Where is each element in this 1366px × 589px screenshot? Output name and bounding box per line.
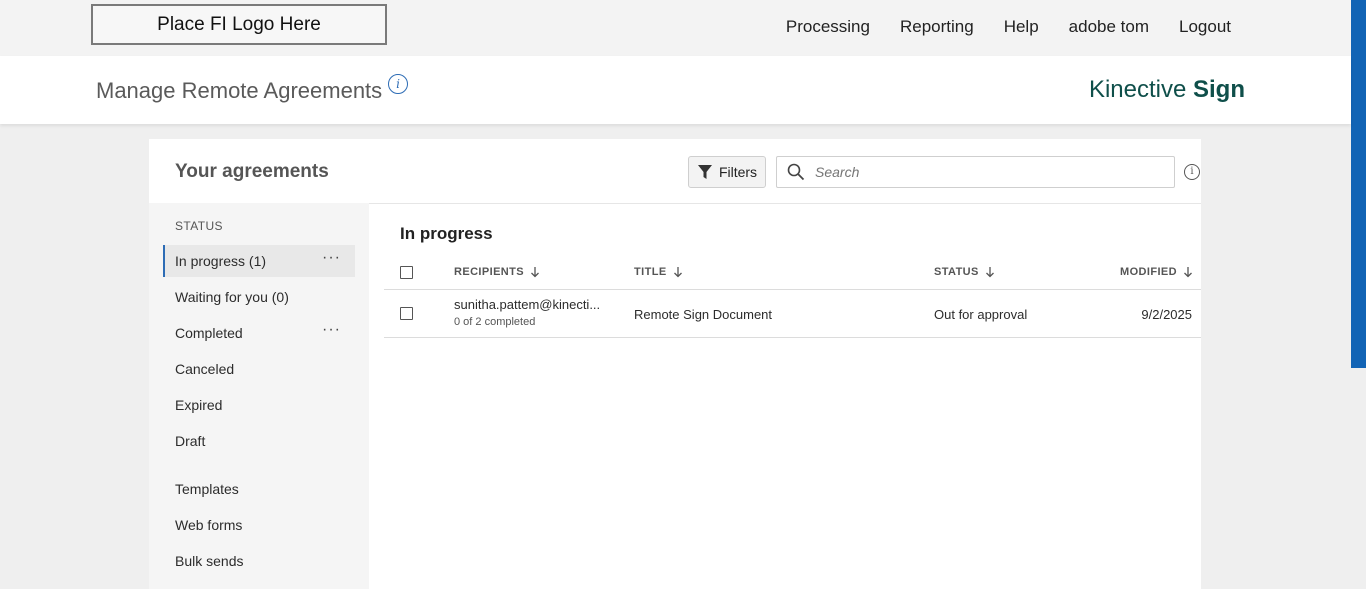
- filters-label: Filters: [718, 164, 758, 180]
- sub-header: Manage Remote Agreements i Kinective Sig…: [0, 56, 1351, 124]
- sidebar-item-expired[interactable]: Expired: [163, 389, 355, 421]
- sidebar-item-draft[interactable]: Draft: [163, 425, 355, 457]
- sidebar-item-label: Canceled: [175, 361, 235, 377]
- top-bar: Place FI Logo Here Processing Reporting …: [0, 0, 1351, 56]
- recipient-cell: sunitha.pattem@kinecti... 0 of 2 complet…: [454, 297, 600, 328]
- column-label: STATUS: [934, 266, 979, 278]
- nav-logout-link[interactable]: Logout: [1179, 17, 1231, 37]
- more-options-icon[interactable]: ···: [322, 250, 341, 266]
- column-recipients[interactable]: RECIPIENTS: [454, 266, 540, 278]
- sidebar-item-waiting[interactable]: Waiting for you (0): [163, 281, 355, 313]
- agreements-card: Your agreements Filters i STATUS In prog…: [149, 139, 1201, 589]
- search-input[interactable]: [813, 163, 1157, 181]
- section-title: In progress: [400, 224, 493, 243]
- sidebar-item-label: In progress (1): [175, 253, 267, 269]
- sidebar-item-label: Waiting for you (0): [175, 289, 289, 305]
- top-nav: Processing Reporting Help adobe tom Logo…: [786, 17, 1231, 37]
- status-sidebar: STATUS In progress (1) ··· Waiting for y…: [149, 203, 369, 589]
- table-header: RECIPIENTS TITLE STATUS MODIFIED: [384, 255, 1201, 290]
- brand-logo: Kinective Sign: [1089, 76, 1245, 104]
- page-title: Manage Remote Agreements: [96, 78, 383, 103]
- row-checkbox[interactable]: [400, 307, 413, 320]
- sidebar-item-label: Expired: [175, 397, 223, 413]
- column-status[interactable]: STATUS: [934, 266, 995, 278]
- agreement-modified: 9/2/2025: [1141, 307, 1192, 322]
- sort-down-icon: [1184, 267, 1192, 278]
- sidebar-item-label: Draft: [175, 433, 206, 449]
- filters-button[interactable]: Filters: [688, 156, 766, 188]
- brand-bold: Sign: [1193, 76, 1245, 103]
- sidebar-item-web-forms[interactable]: Web forms: [163, 509, 355, 541]
- status-label: STATUS: [175, 219, 223, 233]
- sidebar-item-canceled[interactable]: Canceled: [163, 353, 355, 385]
- agreements-list: In progress RECIPIENTS TITLE STATUS MODI…: [369, 203, 1201, 589]
- column-label: MODIFIED: [1120, 266, 1177, 278]
- column-label: TITLE: [634, 266, 667, 278]
- sidebar-item-bulk-sends[interactable]: Bulk sends: [163, 545, 355, 577]
- column-label: RECIPIENTS: [454, 266, 525, 278]
- sidebar-item-label: Bulk sends: [175, 553, 244, 569]
- search-field[interactable]: [776, 156, 1175, 188]
- agreement-status: Out for approval: [934, 307, 1028, 322]
- agreements-heading: Your agreements: [175, 161, 329, 182]
- column-modified[interactable]: MODIFIED: [1120, 266, 1193, 278]
- table-row[interactable]: sunitha.pattem@kinecti... 0 of 2 complet…: [384, 290, 1201, 338]
- sort-down-icon: [531, 267, 539, 278]
- filter-icon: [697, 165, 712, 179]
- sidebar-item-label: Completed: [175, 325, 243, 341]
- sidebar-item-label: Templates: [175, 481, 239, 497]
- sidebar-item-label: Web forms: [175, 517, 243, 533]
- fi-logo-placeholder: Place FI Logo Here: [91, 4, 387, 45]
- more-options-icon[interactable]: ···: [322, 322, 341, 338]
- nav-processing-link[interactable]: Processing: [786, 17, 870, 37]
- sidebar-item-completed[interactable]: Completed ···: [163, 317, 355, 349]
- sidebar-item-in-progress[interactable]: In progress (1) ···: [163, 245, 355, 277]
- column-title[interactable]: TITLE: [634, 266, 683, 278]
- recipient-progress: 0 of 2 completed: [454, 316, 536, 328]
- nav-user-link[interactable]: adobe tom: [1069, 17, 1149, 37]
- sort-down-icon: [673, 267, 682, 278]
- scrollbar-thumb[interactable]: [1351, 0, 1366, 368]
- nav-help-link[interactable]: Help: [1004, 17, 1039, 37]
- card-header: Your agreements Filters i: [149, 139, 1201, 204]
- select-all-checkbox[interactable]: [400, 266, 413, 279]
- sidebar-item-templates[interactable]: Templates: [163, 473, 355, 505]
- sort-down-icon: [985, 267, 994, 278]
- search-icon: [787, 163, 805, 181]
- agreement-title[interactable]: Remote Sign Document: [634, 307, 772, 322]
- brand-light: Kinective: [1088, 76, 1187, 103]
- logo-text: Place FI Logo Here: [157, 13, 321, 35]
- info-icon[interactable]: i: [388, 74, 408, 94]
- recipient-email: sunitha.pattem@kinecti...: [454, 297, 601, 312]
- search-info-icon[interactable]: i: [1184, 164, 1200, 180]
- nav-reporting-link[interactable]: Reporting: [900, 17, 974, 37]
